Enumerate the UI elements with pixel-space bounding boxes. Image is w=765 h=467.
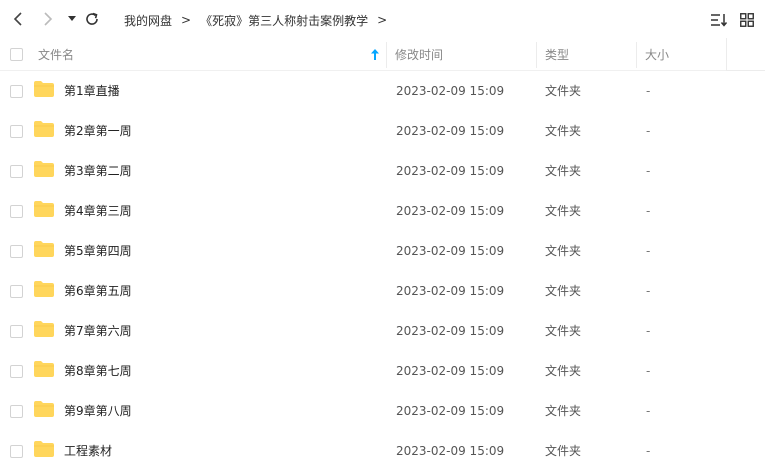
file-name[interactable]: 第5章第四周 bbox=[64, 231, 132, 271]
grid-view-button[interactable] bbox=[737, 10, 757, 30]
folder-icon bbox=[34, 121, 54, 137]
sort-icon bbox=[711, 14, 728, 27]
table-row[interactable]: 第2章第一周 2023-02-09 15:09 文件夹 - bbox=[0, 111, 765, 151]
table-header: 文件名 修改时间 类型 大小 bbox=[0, 38, 765, 71]
sort-up-arrow-icon[interactable] bbox=[371, 49, 379, 60]
table-row[interactable]: 第1章直播 2023-02-09 15:09 文件夹 - bbox=[0, 71, 765, 111]
grid-view-icon bbox=[740, 13, 754, 27]
breadcrumb-separator: > bbox=[181, 13, 192, 27]
chevron-right-icon bbox=[44, 12, 53, 26]
column-divider[interactable] bbox=[536, 42, 537, 68]
row-checkbox[interactable] bbox=[10, 285, 23, 298]
folder-icon bbox=[34, 441, 54, 457]
folder-icon bbox=[34, 161, 54, 177]
table-row[interactable]: 第7章第六周 2023-02-09 15:09 文件夹 - bbox=[0, 311, 765, 351]
file-modified: 2023-02-09 15:09 bbox=[396, 444, 505, 458]
file-name[interactable]: 第6章第五周 bbox=[64, 271, 132, 311]
row-checkbox[interactable] bbox=[10, 165, 23, 178]
file-modified: 2023-02-09 15:09 bbox=[396, 364, 505, 378]
file-name[interactable]: 工程素材 bbox=[64, 431, 112, 467]
file-name[interactable]: 第2章第一周 bbox=[64, 111, 132, 151]
row-checkbox[interactable] bbox=[10, 405, 23, 418]
folder-icon bbox=[34, 361, 54, 377]
table-row[interactable]: 第4章第三周 2023-02-09 15:09 文件夹 - bbox=[0, 191, 765, 231]
file-type: 文件夹 bbox=[545, 404, 582, 418]
row-checkbox[interactable] bbox=[10, 245, 23, 258]
column-divider[interactable] bbox=[386, 42, 387, 68]
file-type: 文件夹 bbox=[545, 284, 582, 298]
table-row[interactable]: 第9章第八周 2023-02-09 15:09 文件夹 - bbox=[0, 391, 765, 431]
toolbar: 我的网盘 > 《死寂》第三人称射击案例教学 > bbox=[0, 0, 765, 38]
breadcrumb-item-current-folder[interactable]: 《死寂》第三人称射击案例教学 bbox=[200, 12, 368, 29]
header-corner bbox=[726, 38, 765, 71]
row-checkbox[interactable] bbox=[10, 365, 23, 378]
breadcrumb-separator: > bbox=[377, 13, 388, 27]
file-name[interactable]: 第8章第七周 bbox=[64, 351, 132, 391]
file-type: 文件夹 bbox=[545, 124, 582, 138]
row-checkbox[interactable] bbox=[10, 445, 23, 458]
file-size: - bbox=[646, 124, 651, 138]
file-name[interactable]: 第4章第三周 bbox=[64, 191, 132, 231]
folder-icon bbox=[34, 281, 54, 297]
row-checkbox[interactable] bbox=[10, 125, 23, 138]
chevron-left-icon bbox=[13, 12, 22, 26]
select-all-checkbox[interactable] bbox=[10, 48, 23, 61]
file-size: - bbox=[646, 244, 651, 258]
history-dropdown-button[interactable] bbox=[62, 9, 82, 29]
file-type: 文件夹 bbox=[545, 204, 582, 218]
sort-button[interactable] bbox=[709, 10, 729, 30]
table-row[interactable]: 第5章第四周 2023-02-09 15:09 文件夹 - bbox=[0, 231, 765, 271]
file-size: - bbox=[646, 444, 651, 458]
folder-icon bbox=[34, 401, 54, 417]
column-divider[interactable] bbox=[636, 42, 637, 68]
breadcrumb: 我的网盘 > 《死寂》第三人称射击案例教学 > bbox=[124, 11, 396, 29]
file-type: 文件夹 bbox=[545, 84, 582, 98]
table-row[interactable]: 第6章第五周 2023-02-09 15:09 文件夹 - bbox=[0, 271, 765, 311]
file-name[interactable]: 第7章第六周 bbox=[64, 311, 132, 351]
file-size: - bbox=[646, 284, 651, 298]
file-modified: 2023-02-09 15:09 bbox=[396, 404, 505, 418]
file-modified: 2023-02-09 15:09 bbox=[396, 84, 505, 98]
file-size: - bbox=[646, 204, 651, 218]
row-checkbox[interactable] bbox=[10, 85, 23, 98]
file-size: - bbox=[646, 404, 651, 418]
file-modified: 2023-02-09 15:09 bbox=[396, 244, 505, 258]
folder-icon bbox=[34, 201, 54, 217]
file-type: 文件夹 bbox=[545, 244, 582, 258]
file-type: 文件夹 bbox=[545, 324, 582, 338]
refresh-icon bbox=[86, 12, 98, 25]
table-row[interactable]: 工程素材 2023-02-09 15:09 文件夹 - bbox=[0, 431, 765, 467]
column-header-modified[interactable]: 修改时间 bbox=[395, 38, 443, 71]
file-type: 文件夹 bbox=[545, 164, 582, 178]
file-type: 文件夹 bbox=[545, 364, 582, 378]
folder-icon bbox=[34, 321, 54, 337]
caret-down-icon bbox=[68, 16, 76, 21]
file-modified: 2023-02-09 15:09 bbox=[396, 124, 505, 138]
file-name[interactable]: 第3章第二周 bbox=[64, 151, 132, 191]
file-modified: 2023-02-09 15:09 bbox=[396, 164, 505, 178]
forward-button[interactable] bbox=[38, 9, 58, 29]
column-header-name[interactable]: 文件名 bbox=[38, 38, 74, 71]
back-button[interactable] bbox=[8, 9, 28, 29]
file-modified: 2023-02-09 15:09 bbox=[396, 284, 505, 298]
file-size: - bbox=[646, 364, 651, 378]
folder-icon bbox=[34, 81, 54, 97]
column-header-size[interactable]: 大小 bbox=[645, 38, 669, 71]
table-row[interactable]: 第8章第七周 2023-02-09 15:09 文件夹 - bbox=[0, 351, 765, 391]
file-size: - bbox=[646, 84, 651, 98]
table-row[interactable]: 第3章第二周 2023-02-09 15:09 文件夹 - bbox=[0, 151, 765, 191]
file-name[interactable]: 第1章直播 bbox=[64, 71, 120, 111]
refresh-button[interactable] bbox=[82, 9, 102, 29]
column-header-type[interactable]: 类型 bbox=[545, 38, 569, 71]
file-size: - bbox=[646, 164, 651, 178]
file-type: 文件夹 bbox=[545, 444, 582, 458]
file-modified: 2023-02-09 15:09 bbox=[396, 204, 505, 218]
file-size: - bbox=[646, 324, 651, 338]
row-checkbox[interactable] bbox=[10, 325, 23, 338]
row-checkbox[interactable] bbox=[10, 205, 23, 218]
folder-icon bbox=[34, 241, 54, 257]
breadcrumb-item-my-drive[interactable]: 我的网盘 bbox=[124, 12, 172, 29]
file-name[interactable]: 第9章第八周 bbox=[64, 391, 132, 431]
file-modified: 2023-02-09 15:09 bbox=[396, 324, 505, 338]
